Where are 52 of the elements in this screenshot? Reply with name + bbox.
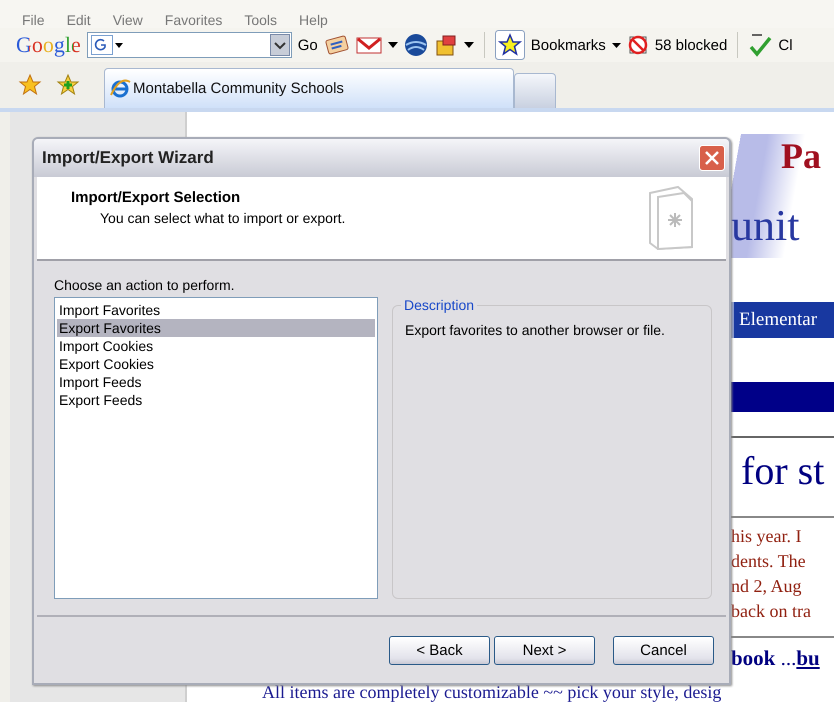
list-item[interactable]: Import Cookies (57, 337, 375, 355)
paragraph-line: his year. I (731, 525, 802, 548)
banner-subtitle: unit (731, 200, 800, 252)
prompt-label: Choose an action to perform. (54, 277, 236, 293)
menu-item[interactable]: View (112, 13, 143, 28)
caret-icon[interactable] (612, 42, 621, 48)
description-text: Export favorites to another browser or file. (405, 322, 665, 340)
caret-icon[interactable] (388, 42, 398, 48)
menu-item[interactable]: Tools (244, 13, 278, 28)
list-item[interactable]: Import Feeds (57, 373, 375, 391)
caret-icon (114, 42, 123, 48)
search-field[interactable] (86, 32, 292, 58)
menu-item[interactable]: Favorites (164, 13, 222, 28)
go-button[interactable]: Go (298, 36, 318, 54)
list-item[interactable]: Export Cookies (57, 355, 375, 373)
bold-text: book ... (731, 646, 796, 671)
list-item[interactable]: Export Favorites (57, 319, 375, 337)
check-button[interactable]: Cl (778, 36, 793, 54)
add-favorite-icon[interactable] (56, 73, 80, 97)
next-button[interactable]: Next > (494, 636, 595, 664)
paragraph-line: dents. The (731, 550, 807, 573)
header-title: Import/Export Selection (71, 189, 242, 206)
popup-blocked-icon[interactable] (626, 34, 649, 56)
globe-icon[interactable] (404, 33, 428, 57)
document-icon (648, 185, 696, 251)
browser-icon (109, 78, 131, 100)
dropdown-icon[interactable] (270, 34, 290, 56)
link[interactable]: bu (796, 646, 820, 671)
page-text: All items are completely customizable ~~ pick your style, desig (261, 684, 722, 702)
group-label: Description (401, 297, 478, 313)
bookmarks-button[interactable]: Bookmarks (530, 36, 606, 54)
header-subtitle: You can select what to import or export. (99, 210, 346, 226)
paragraph-line: back on tra (731, 600, 812, 623)
dialog-title: Import/Export Wizard (42, 148, 215, 168)
star-icon[interactable] (18, 73, 42, 97)
blocked-count[interactable]: 58 blocked (654, 36, 728, 54)
list-item[interactable]: Import Favorites (57, 301, 375, 319)
caret-icon[interactable] (464, 42, 474, 48)
list-item[interactable]: Export Feeds (57, 391, 375, 409)
spellcheck-icon[interactable] (748, 33, 772, 57)
close-icon[interactable] (699, 145, 725, 171)
back-button[interactable]: < Back (389, 636, 490, 664)
menu-item[interactable]: Edit (66, 13, 91, 28)
nav-link[interactable]: Elementar (734, 309, 818, 331)
paragraph-line: nd 2, Aug (731, 575, 803, 598)
g-icon (90, 35, 113, 55)
menu-item[interactable]: File (22, 13, 45, 28)
mail-icon[interactable] (356, 35, 382, 55)
banner-title: Pa (780, 135, 822, 178)
browser-tab[interactable]: Montabella Community Schools (104, 68, 514, 108)
menu-item[interactable]: Help (299, 13, 328, 28)
cancel-button[interactable]: Cancel (613, 636, 714, 664)
